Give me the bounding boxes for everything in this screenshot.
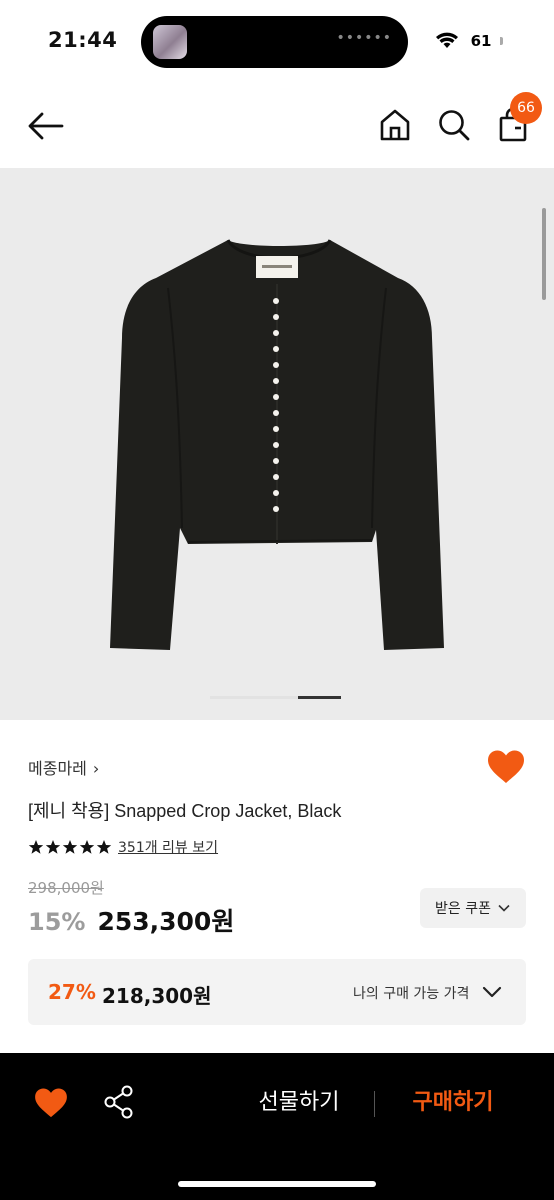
- my-price: 218,300원: [102, 984, 212, 1008]
- status-bar: 21:44 •••••• 61: [0, 0, 554, 82]
- coupon-button[interactable]: 받은 쿠폰: [420, 888, 526, 928]
- coupon-label: 받은 쿠폰: [435, 901, 491, 917]
- rating-row: 351개 리뷰 보기: [28, 836, 218, 858]
- image-scrollbar[interactable]: [542, 208, 546, 300]
- my-discount-rate: 27%: [48, 980, 96, 1004]
- search-icon[interactable]: [435, 106, 473, 144]
- my-price-box[interactable]: 27% 218,300원 나의 구매 가능 가격: [28, 959, 526, 1025]
- bar-divider: [374, 1091, 375, 1117]
- bottom-action-bar: 선물하기 구매하기: [0, 1053, 554, 1200]
- product-image-carousel[interactable]: [0, 168, 554, 720]
- carousel-indicator-active: [298, 696, 341, 699]
- battery-cap: [500, 37, 503, 45]
- gift-button[interactable]: 선물하기: [240, 1083, 358, 1123]
- price-row: 15% 253,300원: [28, 902, 234, 938]
- brand-link[interactable]: 메종마레 ›: [28, 755, 99, 779]
- star-icon: [79, 840, 95, 854]
- home-icon[interactable]: [376, 106, 414, 144]
- battery-indicator: 61: [464, 30, 498, 52]
- share-icon[interactable]: [103, 1085, 135, 1119]
- home-indicator[interactable]: [178, 1181, 376, 1187]
- rating-stars: [28, 839, 112, 855]
- chevron-down-icon: [498, 904, 510, 912]
- chevron-right-icon: ›: [92, 759, 100, 778]
- dynamic-island: ••••••: [141, 16, 408, 68]
- buy-button[interactable]: 구매하기: [392, 1083, 514, 1123]
- now-playing-thumbnail: [153, 25, 187, 59]
- star-icon: [28, 840, 44, 854]
- heart-icon[interactable]: [487, 750, 525, 784]
- product-title: [제니 착용] Snapped Crop Jacket, Black: [28, 801, 342, 821]
- star-icon: [62, 840, 78, 854]
- wifi-icon: [436, 32, 458, 48]
- product-photo: [110, 239, 444, 650]
- original-price: 298,000원: [28, 879, 104, 897]
- brand-name: 메종마레: [28, 759, 87, 778]
- discount-rate: 15%: [28, 908, 86, 936]
- sale-price: 253,300원: [97, 907, 235, 936]
- chevron-down-icon[interactable]: [481, 981, 503, 1003]
- top-navigation: [0, 90, 554, 162]
- star-icon: [96, 840, 112, 854]
- heart-icon[interactable]: [34, 1088, 68, 1118]
- back-arrow-icon[interactable]: [26, 108, 66, 144]
- star-icon: [45, 840, 61, 854]
- review-link[interactable]: 351개 리뷰 보기: [118, 837, 218, 857]
- audio-wave-icon: ••••••: [336, 30, 392, 46]
- battery-level: 61: [466, 32, 496, 50]
- my-price-label: 나의 구매 가능 가격: [353, 986, 470, 1002]
- cart-count-badge[interactable]: 66: [510, 92, 542, 124]
- status-time: 21:44: [48, 28, 118, 52]
